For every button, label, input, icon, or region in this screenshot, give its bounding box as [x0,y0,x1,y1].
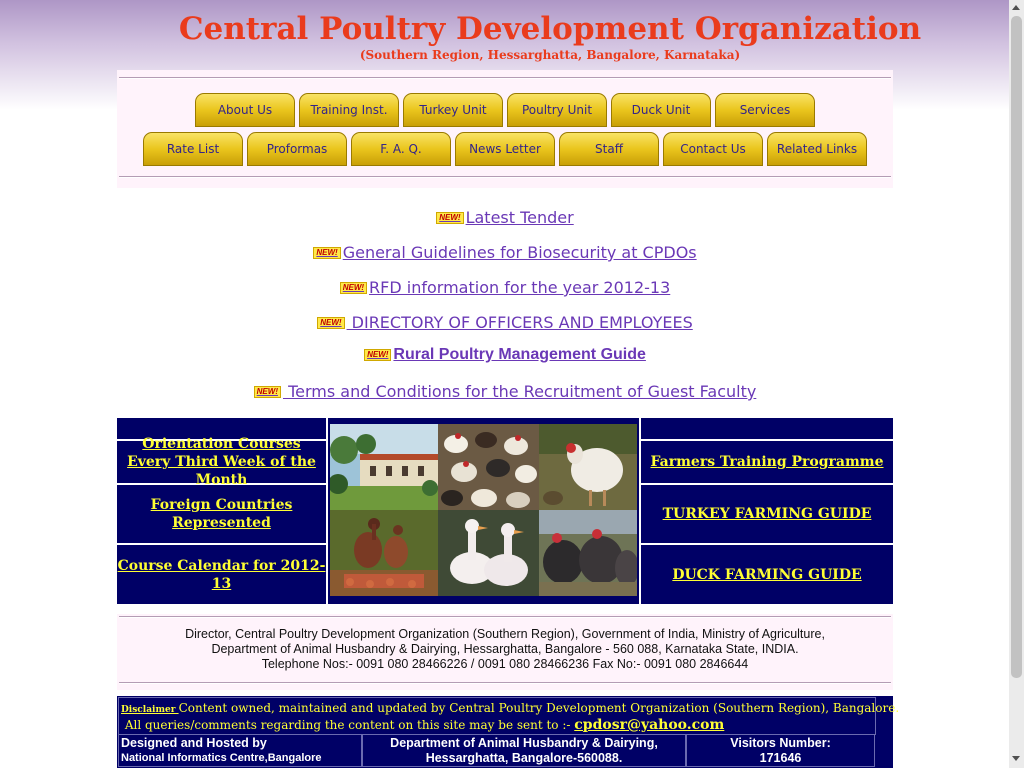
nav-staff-button[interactable]: Staff [559,132,659,166]
new-badge-icon: NEW! [339,281,368,294]
link-farmers-training[interactable]: Farmers Training Programme [641,441,893,483]
nav-row-2: Rate List Proformas F. A. Q. News Letter… [117,132,893,166]
hosted-by-cell: Designed and Hosted by National Informat… [118,734,362,767]
nav-panel: About Us Training Inst. Turkey Unit Poul… [117,70,893,188]
nav-turkey-unit-button[interactable]: Turkey Unit [403,93,503,127]
department-cell: Department of Animal Husbandry & Dairyin… [362,734,686,767]
turkey-photo [539,424,637,510]
visitors-label: Visitors Number: [730,736,831,750]
site-footer: Disclaimer Content owned, maintained and… [117,696,899,768]
news-link-directory[interactable]: NEW! DIRECTORY OF OFFICERS AND EMPLOYEES [117,313,893,332]
nav-contact-us-button[interactable]: Contact Us [663,132,763,166]
nav-news-letter-button[interactable]: News Letter [455,132,555,166]
scroll-up-icon[interactable] [1012,5,1020,10]
disclaimer-line: Disclaimer Content owned, maintained and… [121,701,899,715]
disclaimer-link[interactable]: Disclaimer [121,705,179,715]
news-link-rural-poultry-guide[interactable]: NEW! Rural Poultry Management Guide [117,346,893,364]
site-subtitle: (Southern Region, Hessarghatta, Bangalor… [359,48,741,62]
hosted-by-text: National Informatics Centre,Bangalore [121,752,322,764]
divider [119,77,891,79]
news-link-rfd[interactable]: NEW! RFD information for the year 2012-13 [117,278,893,297]
nav-duck-unit-button[interactable]: Duck Unit [611,93,711,127]
page: Central Poultry Development Organization… [0,0,1009,768]
queries-text: All queries/comments regarding the conte… [121,718,575,732]
white-ducks-photo [438,510,539,596]
divider [119,176,891,178]
new-badge-icon: NEW! [313,246,341,259]
department-line-2: Hessarghatta, Bangalore-560088. [425,751,623,765]
hosted-label: Designed and Hosted by [121,736,267,750]
building-photo [330,424,438,510]
nav-poultry-unit-button[interactable]: Poultry Unit [507,93,607,127]
news-link-label: RFD information for the year 2012-13 [369,278,671,297]
photo-collage [328,418,639,604]
nav-rate-list-button[interactable]: Rate List [143,132,243,166]
vertical-scrollbar[interactable] [1009,0,1024,768]
table-header-cell [641,418,893,439]
new-badge-icon: NEW! [364,349,392,361]
link-course-calendar[interactable]: Course Calendar for 2012-13 [117,545,326,604]
address-line-3: Telephone Nos:- 0091 080 28466226 / 0091… [261,657,749,671]
nav-row-1: About Us Training Inst. Turkey Unit Poul… [117,93,893,127]
new-badge-icon: NEW! [317,316,345,329]
link-turkey-farming-guide[interactable]: TURKEY FARMING GUIDE [641,485,893,543]
news-link-latest-tender[interactable]: NEW! Latest Tender [117,208,893,227]
news-link-guest-faculty[interactable]: NEW! Terms and Conditions for the Recrui… [117,382,893,401]
email-link[interactable]: cpdosr@yahoo.com [574,717,724,733]
address-panel: Director, Central Poultry Development Or… [117,614,893,690]
scroll-down-icon[interactable] [1012,756,1020,761]
nav-training-inst-button[interactable]: Training Inst. [299,93,399,127]
site-title: Central Poultry Development Organization [178,11,922,47]
news-link-label: DIRECTORY OF OFFICERS AND EMPLOYEES [346,313,693,332]
chickens-photo [438,424,539,510]
nav-about-us-button[interactable]: About Us [195,93,295,127]
nav-proformas-button[interactable]: Proformas [247,132,347,166]
news-link-label: Latest Tender [465,208,574,227]
news-link-label: General Guidelines for Biosecurity at CP… [342,243,697,262]
visitors-count: 171646 [759,751,802,765]
address-line-2: Department of Animal Husbandry & Dairyin… [211,642,799,656]
nav-faq-button[interactable]: F. A. Q. [351,132,451,166]
turkeys-photo [539,510,637,596]
link-foreign-countries[interactable]: Foreign Countries Represented [117,485,326,543]
news-link-biosecurity[interactable]: NEW! General Guidelines for Biosecurity a… [117,243,893,262]
address-text: Director, Central Poultry Development Or… [117,627,893,672]
address-line-1: Director, Central Poultry Development Or… [185,627,825,641]
link-duck-farming-guide[interactable]: DUCK FARMING GUIDE [641,545,893,604]
scrollbar-thumb[interactable] [1011,16,1022,678]
news-link-label: Rural Poultry Management Guide [393,346,646,363]
links-table: Orientation Courses Every Third Week of … [117,418,893,604]
nav-related-links-button[interactable]: Related Links [767,132,867,166]
divider [119,616,891,618]
news-link-label: Terms and Conditions for the Recruitment… [282,382,757,401]
disclaimer-box: Disclaimer Content owned, maintained and… [118,697,899,735]
department-line-1: Department of Animal Husbandry & Dairyin… [390,736,658,750]
queries-line: All queries/comments regarding the conte… [121,717,725,733]
new-badge-icon: NEW! [436,211,464,224]
ducks-photo [330,510,438,596]
nav-services-button[interactable]: Services [715,93,815,127]
divider [119,682,891,684]
new-badge-icon: NEW! [253,385,281,398]
visitors-cell: Visitors Number: 171646 [686,734,875,767]
disclaimer-text: Content owned, maintained and updated by… [178,701,900,715]
link-orientation-courses[interactable]: Orientation Courses Every Third Week of … [117,436,326,488]
